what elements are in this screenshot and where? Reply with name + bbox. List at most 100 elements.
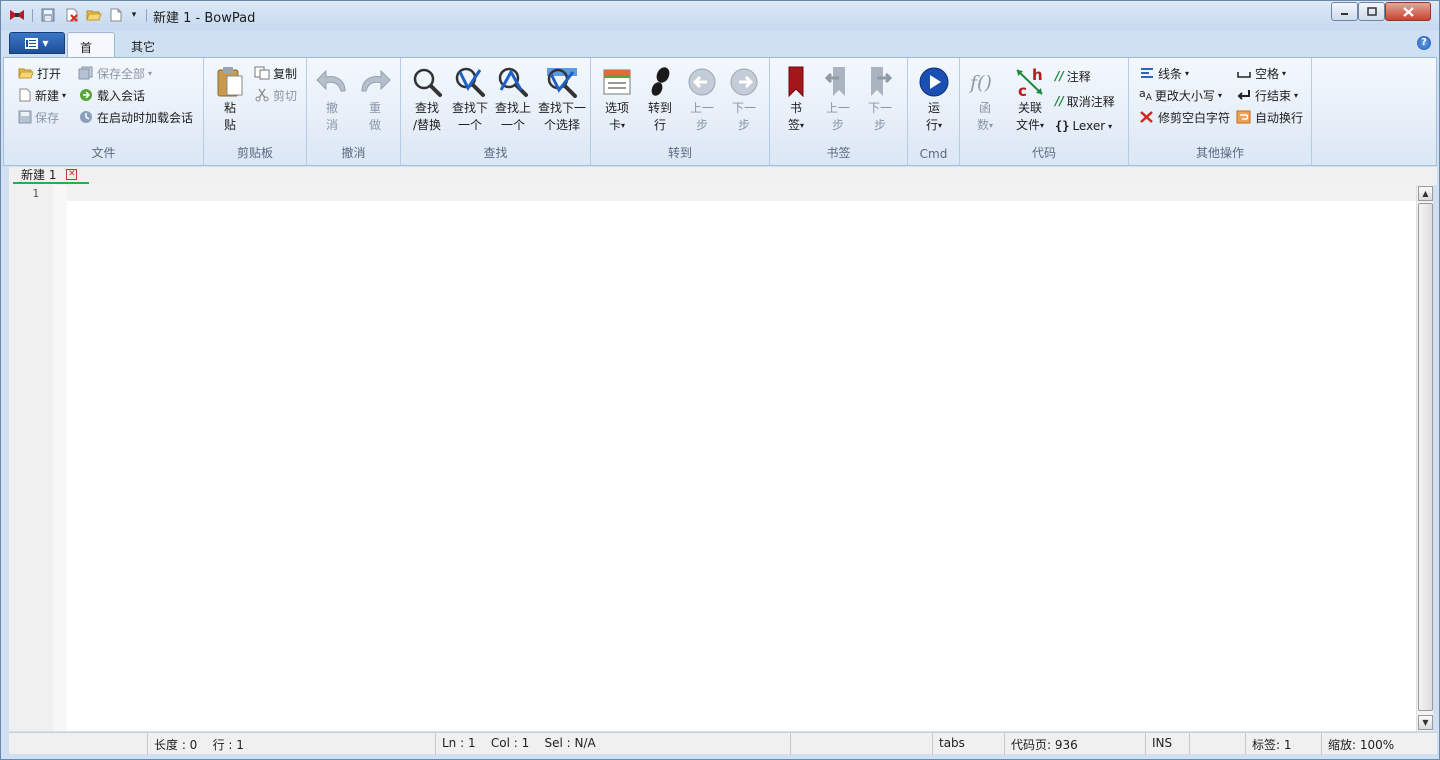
scrollbar-thumb[interactable] bbox=[1418, 203, 1433, 711]
find-next-button[interactable]: 查找下 一个 bbox=[449, 64, 491, 136]
paste-button[interactable]: 粘 贴 bbox=[210, 64, 250, 136]
status-blank bbox=[1189, 733, 1245, 755]
save-button[interactable]: 保存 bbox=[18, 107, 59, 127]
line-number: 1 bbox=[32, 187, 39, 200]
svg-text:f(): f() bbox=[969, 72, 992, 94]
group-other-actions: 线条 ▾ aA 更改大小写 ▾ 修剪空白字符 空格 ▾ 行结束 ▾ 自动换行 其… bbox=[1129, 58, 1312, 165]
bookmark-next-icon bbox=[871, 67, 893, 96]
c-h-switch-icon: ch bbox=[1016, 66, 1043, 98]
navigate-back-button[interactable]: 上一 步 bbox=[682, 64, 722, 136]
group-goto: 选项 卡▾ 转到 行 上一 步 下一 步 转到 bbox=[591, 58, 770, 165]
new-file-icon[interactable] bbox=[108, 7, 124, 23]
open-folder-icon[interactable] bbox=[85, 7, 103, 23]
find-previous-icon bbox=[498, 67, 528, 97]
open-folder-icon bbox=[18, 68, 34, 78]
comment-icon: // bbox=[1055, 69, 1064, 83]
forward-arrow-icon bbox=[730, 68, 758, 96]
current-line-highlight bbox=[67, 185, 1416, 201]
lines-button[interactable]: 线条 ▾ bbox=[1139, 63, 1189, 83]
window-title: 新建 1 - BowPad bbox=[153, 11, 256, 26]
uncomment-button[interactable]: // 取消注释 bbox=[1055, 91, 1115, 111]
cut-button[interactable]: 剪切 bbox=[254, 85, 297, 105]
word-wrap-button[interactable]: 自动换行 bbox=[1236, 107, 1303, 127]
close-button[interactable] bbox=[1385, 2, 1431, 21]
menu-icon bbox=[25, 37, 39, 49]
close-file-icon[interactable] bbox=[64, 7, 80, 23]
navigate-forward-button[interactable]: 下一 步 bbox=[724, 64, 764, 136]
bookmark-previous-icon bbox=[825, 67, 845, 96]
undo-button[interactable]: 撤 消 bbox=[312, 64, 352, 136]
paste-icon bbox=[217, 67, 243, 97]
tabs-button[interactable]: 选项 卡▾ bbox=[597, 64, 637, 136]
group-cmd: 运 行▾ Cmd bbox=[908, 58, 960, 165]
status-codepage[interactable]: 代码页: 936 bbox=[1004, 733, 1145, 755]
tab-other[interactable]: 其它 bbox=[119, 32, 169, 57]
vertical-scrollbar[interactable]: ▲ ▼ bbox=[1416, 185, 1433, 731]
play-icon bbox=[919, 67, 949, 97]
functions-button[interactable]: f() 函 数▾ bbox=[965, 64, 1005, 136]
line-ending-icon bbox=[1237, 90, 1250, 100]
group-label-find: 查找 bbox=[483, 146, 508, 160]
new-button[interactable]: 新建 ▾ bbox=[18, 85, 66, 105]
bowpad-app-icon[interactable] bbox=[8, 7, 26, 23]
bookmark-button[interactable]: 书 签▾ bbox=[776, 64, 816, 136]
startup-session-icon bbox=[80, 111, 92, 123]
maximize-button[interactable] bbox=[1358, 2, 1385, 21]
find-selection-icon bbox=[547, 68, 577, 98]
change-case-button[interactable]: aA 更改大小写 ▾ bbox=[1139, 85, 1222, 105]
group-label-other-actions: 其他操作 bbox=[1195, 146, 1244, 160]
status-zoom[interactable]: 缩放: 100% bbox=[1321, 733, 1435, 755]
fold-margin bbox=[53, 185, 67, 731]
copy-icon bbox=[254, 66, 270, 80]
status-indent-mode[interactable]: tabs bbox=[932, 733, 1004, 755]
document-tab-label: 新建 1 bbox=[21, 168, 57, 182]
scroll-down-arrow-icon[interactable]: ▼ bbox=[1418, 715, 1433, 730]
document-tab-bar: 新建 1 ✕ bbox=[9, 167, 1437, 185]
svg-text:c: c bbox=[1018, 82, 1027, 98]
trim-whitespace-button[interactable]: 修剪空白字符 bbox=[1139, 107, 1230, 127]
open-button[interactable]: 打开 bbox=[18, 63, 61, 83]
editor-area[interactable]: 1 bbox=[9, 185, 1416, 731]
application-menu-button[interactable]: ▼ bbox=[9, 32, 65, 54]
minimize-button[interactable] bbox=[1331, 2, 1358, 21]
braces-icon: {} bbox=[1055, 119, 1070, 133]
scissors-icon bbox=[255, 88, 269, 102]
customize-dropdown-icon[interactable]: ▾ bbox=[127, 7, 141, 23]
scroll-up-arrow-icon[interactable]: ▲ bbox=[1418, 186, 1433, 201]
footprints-icon bbox=[651, 67, 670, 96]
document-tab[interactable]: 新建 1 ✕ bbox=[13, 167, 89, 184]
copy-button[interactable]: 复制 bbox=[254, 63, 297, 83]
session-icon bbox=[80, 89, 92, 101]
tab-home[interactable]: 首页 bbox=[67, 32, 115, 72]
new-file-icon bbox=[19, 88, 31, 102]
find-replace-button[interactable]: 查找 /替换 bbox=[407, 64, 447, 136]
group-label-clipboard: 剪贴板 bbox=[236, 146, 273, 160]
case-icon: aA bbox=[1139, 86, 1152, 104]
find-next-icon bbox=[455, 67, 485, 97]
previous-bookmark-button[interactable]: 上一 步 bbox=[818, 64, 858, 136]
line-endings-button[interactable]: 行结束 ▾ bbox=[1236, 85, 1298, 105]
save-icon[interactable] bbox=[40, 7, 56, 23]
find-previous-button[interactable]: 查找上 一个 bbox=[492, 64, 534, 136]
comment-button[interactable]: // 注释 bbox=[1055, 66, 1091, 86]
group-label-cmd: Cmd bbox=[919, 147, 948, 161]
redo-button[interactable]: 重 做 bbox=[355, 64, 395, 136]
group-undo: 撤 消 重 做 撤消 bbox=[307, 58, 401, 165]
find-next-selection-button[interactable]: 查找下一 个选择 bbox=[537, 64, 587, 136]
save-all-button[interactable]: 保存全部 ▾ bbox=[78, 63, 152, 83]
undo-icon bbox=[316, 69, 346, 92]
group-find: 查找 /替换 查找下 一个 查找上 一个 查找下一 个选择 查找 bbox=[401, 58, 591, 165]
lexer-button[interactable]: {} Lexer ▾ bbox=[1055, 116, 1112, 136]
run-button[interactable]: 运 行▾ bbox=[914, 64, 954, 136]
goto-line-button[interactable]: 转到 行 bbox=[640, 64, 680, 136]
help-icon[interactable]: ? bbox=[1417, 36, 1431, 50]
function-icon: f() bbox=[969, 72, 992, 94]
associated-files-button[interactable]: ch 关联 文件▾ bbox=[1008, 64, 1052, 136]
spaces-button[interactable]: 空格 ▾ bbox=[1236, 63, 1286, 83]
next-bookmark-button[interactable]: 下一 步 bbox=[860, 64, 900, 136]
tab-close-icon[interactable]: ✕ bbox=[66, 169, 78, 180]
bookmark-icon bbox=[788, 66, 804, 98]
load-session-on-startup-button[interactable]: 在启动时加载会话 bbox=[78, 107, 193, 127]
load-session-button[interactable]: 载入会话 bbox=[78, 85, 145, 105]
status-insert-mode[interactable]: INS bbox=[1145, 733, 1189, 755]
